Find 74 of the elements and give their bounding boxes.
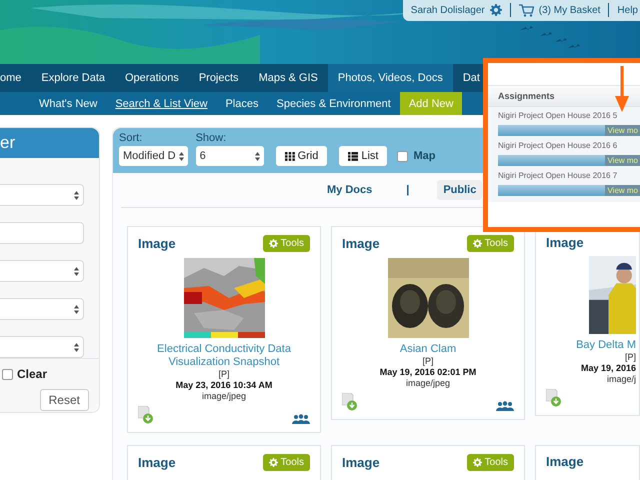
sort-select[interactable]: Modified D [119,146,188,166]
nav-tab[interactable]: Explore Data [31,64,115,92]
download-document-icon[interactable] [342,393,358,411]
nav-tab[interactable]: Projects [188,64,249,92]
assignments-header: Assignments [488,85,640,107]
date-text: May 23, 2016 10:34 AM [176,380,272,391]
card-type: Image [138,236,176,251]
panel-title: er [0,128,99,158]
assignment-name: Nigiri Project Open House 2016 5 [498,111,618,120]
card-type: Image [138,455,176,470]
nav-tab[interactable]: Operations [115,64,189,92]
download-document-icon[interactable] [138,406,154,424]
nav-tab[interactable]: ome [0,64,32,92]
gear-icon [472,239,482,248]
document-title-link[interactable]: Asian Clam [400,343,456,356]
checkbox[interactable] [397,150,408,162]
date-text: May 19, 2016 02:01 PM [380,367,476,378]
reset-button[interactable]: Reset [40,389,89,411]
arrow-icon [615,66,629,112]
select-field[interactable] [0,336,84,358]
access-text: [P] [422,356,434,367]
document-title-link[interactable]: Bay Delta M [576,339,636,352]
updown-arrows-icon [74,266,79,276]
document-title-link[interactable]: Electrical Conductivity Data Visualization Snapshot [138,343,310,369]
select-field[interactable] [0,298,84,320]
card-type: Image [342,455,380,470]
subnav-link[interactable]: Species & Environment [268,92,400,115]
docs-tab[interactable]: My Docs [321,180,378,200]
settings-icon [490,4,502,16]
date-text: May 19, 2016 [580,363,636,374]
view-button[interactable]: Grid [276,146,328,166]
updown-arrows-icon [74,342,79,352]
card-type: Image [342,236,380,251]
download-document-icon[interactable] [546,389,562,407]
subnav-link[interactable]: Places [216,92,268,115]
access-text: [P] [624,352,636,363]
card-type: Image [546,454,584,469]
gear-icon [268,239,278,248]
docs-tab[interactable]: Public [437,180,482,200]
sort-label: Sort: [119,132,144,144]
input-field[interactable] [0,222,84,244]
assignment-name: Nigiri Project Open House 2016 7 [498,171,618,180]
mime-type-text: image/jpeg [406,378,450,389]
nav-tab[interactable]: Maps & GIS [248,64,328,92]
separator-text: | [406,184,410,196]
cart-icon[interactable] [518,4,534,16]
list-icon [348,152,358,160]
subnav-link[interactable]: What's New [30,92,106,115]
updown-arrows-icon [74,190,79,200]
help-link[interactable]: Help [617,4,638,16]
updown-arrows-icon [178,152,184,160]
updown-arrows-icon [74,304,79,314]
nav-tab[interactable]: Photos, Videos, Docs [328,64,453,92]
updown-arrows-icon [254,152,260,160]
assignment-name: Nigiri Project Open House 2016 6 [498,141,618,150]
gear-icon [268,458,278,467]
user-name-link[interactable]: Sarah Dolislager [410,4,485,16]
grid-icon [284,152,295,160]
basket-link[interactable]: (3) My Basket [538,4,600,16]
checkbox-label: Map [413,150,436,162]
select-field[interactable] [0,184,84,206]
select-field[interactable] [0,260,84,282]
nav-tab[interactable]: Dat [452,64,480,92]
show-label: Show: [196,132,228,144]
mime-type-text: image/j [606,374,636,385]
show-select[interactable]: 6 [196,146,264,166]
mime-type-text: image/jpeg [202,391,246,402]
card-type: Image [546,235,584,250]
gear-icon [472,458,482,467]
subnav-link[interactable]: Search & List View [106,92,216,115]
view-button[interactable]: List [339,146,388,166]
checkbox[interactable] [2,368,13,380]
checkbox-label: Clear [17,367,48,381]
access-text: [P] [218,369,230,380]
